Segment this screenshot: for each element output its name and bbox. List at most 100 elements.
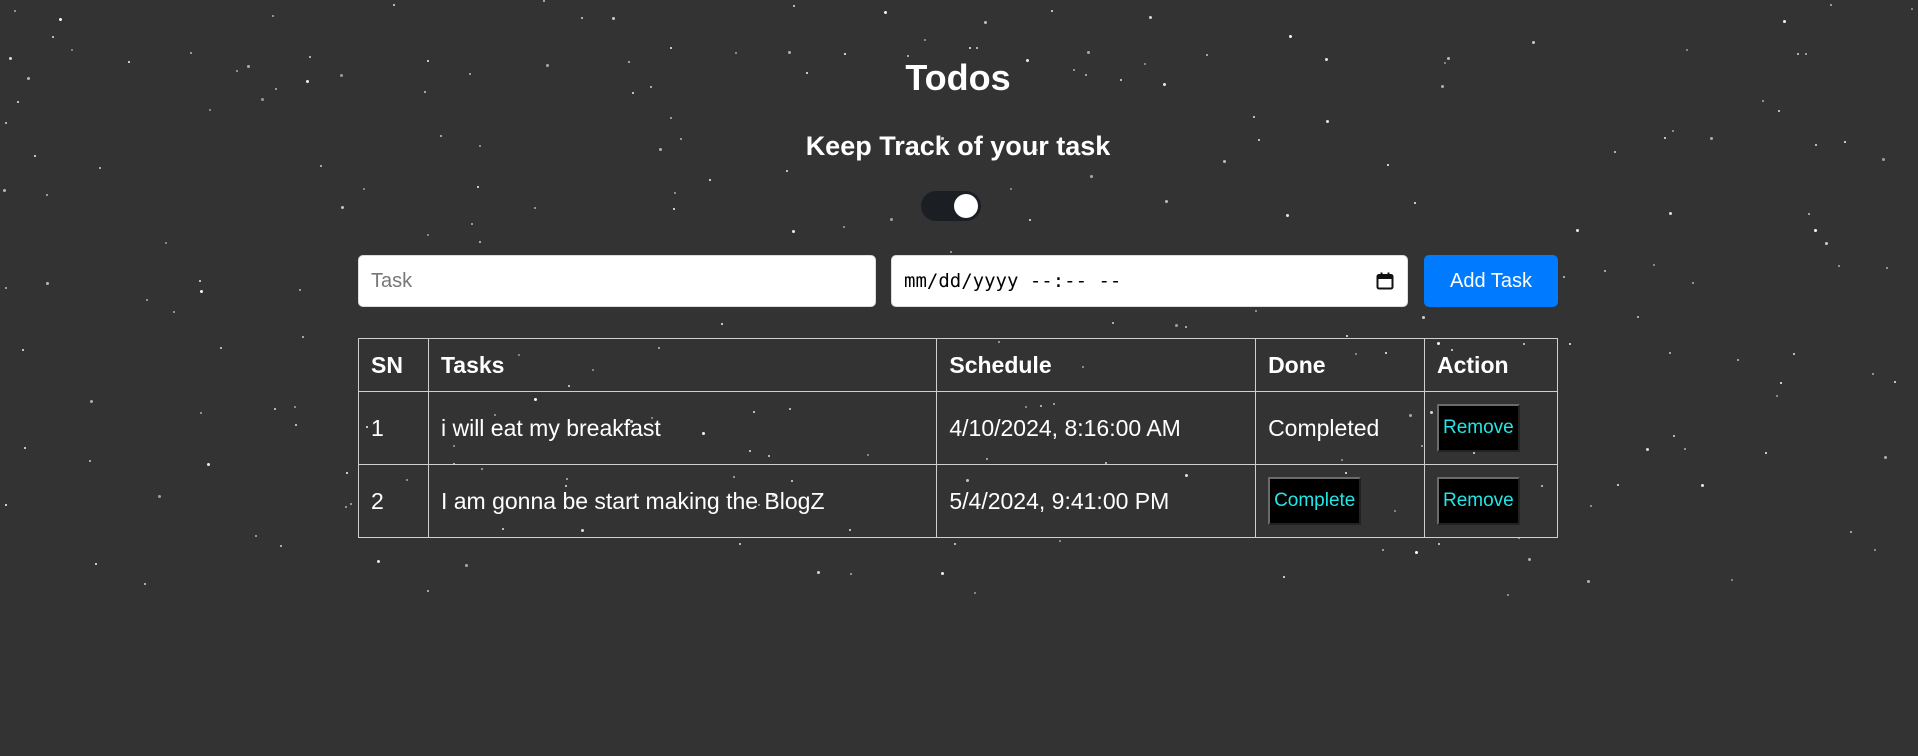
star-dot xyxy=(17,101,19,103)
star-dot xyxy=(1814,229,1817,232)
table-header-row: SN Tasks Schedule Done Action xyxy=(358,338,1558,392)
star-dot xyxy=(1808,213,1810,215)
star-dot xyxy=(302,336,304,338)
star-dot xyxy=(1604,270,1606,272)
star-dot xyxy=(1415,551,1418,554)
star-dot xyxy=(345,506,347,508)
star-dot xyxy=(850,573,852,575)
star-dot xyxy=(1780,382,1782,384)
star-dot xyxy=(144,583,146,585)
star-dot xyxy=(670,117,672,119)
cell-done-status: Completed xyxy=(1255,391,1425,465)
star-dot xyxy=(1783,20,1786,23)
schedule-placeholder: mm/dd/yyyy --:-- -- xyxy=(904,270,1122,292)
star-dot xyxy=(27,77,30,80)
star-dot xyxy=(1701,484,1704,487)
calendar-icon[interactable] xyxy=(1375,271,1395,291)
star-dot xyxy=(59,18,62,21)
star-dot xyxy=(479,241,481,243)
star-dot xyxy=(1206,54,1208,56)
cell-action: Remove xyxy=(1424,464,1558,538)
star-dot xyxy=(209,109,211,111)
star-dot xyxy=(71,49,73,51)
star-dot xyxy=(793,5,795,7)
star-dot xyxy=(350,503,352,505)
star-dot xyxy=(340,74,343,77)
star-dot xyxy=(306,80,309,83)
star-dot xyxy=(1637,316,1639,318)
todo-table: SN Tasks Schedule Done Action 1 i will e… xyxy=(358,338,1558,538)
star-dot xyxy=(1165,200,1168,203)
star-dot xyxy=(393,4,395,6)
header-tasks: Tasks xyxy=(427,338,938,392)
star-dot xyxy=(1253,116,1255,118)
star-dot xyxy=(1090,175,1093,178)
star-dot xyxy=(924,39,926,41)
star-dot xyxy=(1684,448,1686,450)
star-dot xyxy=(1185,326,1187,328)
star-dot xyxy=(1112,322,1114,324)
star-dot xyxy=(272,15,274,17)
star-dot xyxy=(46,282,49,285)
star-dot xyxy=(5,122,7,124)
star-dot xyxy=(739,543,741,545)
star-dot xyxy=(1776,395,1778,397)
star-dot xyxy=(1830,4,1832,6)
star-dot xyxy=(165,242,167,244)
star-dot xyxy=(1669,352,1671,354)
star-dot xyxy=(1686,49,1688,51)
remove-button[interactable]: Remove xyxy=(1437,404,1520,452)
star-dot xyxy=(274,408,276,410)
star-dot xyxy=(90,400,93,403)
star-dot xyxy=(1911,8,1913,10)
star-dot xyxy=(976,47,978,49)
star-dot xyxy=(581,17,583,19)
star-dot xyxy=(346,472,348,474)
star-dot xyxy=(1850,531,1852,533)
theme-toggle[interactable] xyxy=(921,191,981,221)
star-dot xyxy=(612,17,615,20)
star-dot xyxy=(1387,164,1389,166)
star-dot xyxy=(1797,53,1799,55)
star-dot xyxy=(89,460,91,462)
star-dot xyxy=(844,53,846,55)
star-dot xyxy=(1692,282,1694,284)
star-dot xyxy=(128,61,130,63)
star-dot xyxy=(1010,188,1012,190)
star-dot xyxy=(1886,267,1888,269)
star-dot xyxy=(1587,580,1590,583)
table-row: 2 I am gonna be start making the BlogZ 5… xyxy=(358,464,1558,538)
star-dot xyxy=(95,563,97,565)
star-dot xyxy=(534,207,536,209)
star-dot xyxy=(1614,151,1616,153)
star-dot xyxy=(1669,212,1672,215)
star-dot xyxy=(1326,120,1329,123)
star-dot xyxy=(99,167,101,169)
star-dot xyxy=(247,65,250,68)
cell-task: i will eat my breakfast xyxy=(427,391,938,465)
star-dot xyxy=(890,218,893,221)
cell-action: Remove xyxy=(1424,391,1558,465)
complete-button[interactable]: Complete xyxy=(1268,477,1362,525)
star-dot xyxy=(341,206,344,209)
star-dot xyxy=(969,47,971,49)
star-dot xyxy=(207,463,210,466)
star-dot xyxy=(1289,35,1292,38)
star-dot xyxy=(199,280,201,282)
star-dot xyxy=(3,189,6,192)
remove-button[interactable]: Remove xyxy=(1437,477,1520,525)
star-dot xyxy=(1793,353,1795,355)
star-dot xyxy=(1255,310,1257,312)
star-dot xyxy=(309,56,311,58)
star-dot xyxy=(465,564,468,567)
star-dot xyxy=(670,47,672,49)
add-task-button[interactable]: Add Task xyxy=(1424,255,1558,307)
star-dot xyxy=(1029,219,1031,221)
star-dot xyxy=(1563,276,1565,278)
star-dot xyxy=(52,36,54,38)
schedule-datetime-input[interactable]: mm/dd/yyyy --:-- -- xyxy=(891,255,1408,307)
star-dot xyxy=(1737,359,1739,361)
task-input[interactable] xyxy=(358,255,876,307)
star-dot xyxy=(22,349,24,351)
cell-done: Complete xyxy=(1255,464,1425,538)
